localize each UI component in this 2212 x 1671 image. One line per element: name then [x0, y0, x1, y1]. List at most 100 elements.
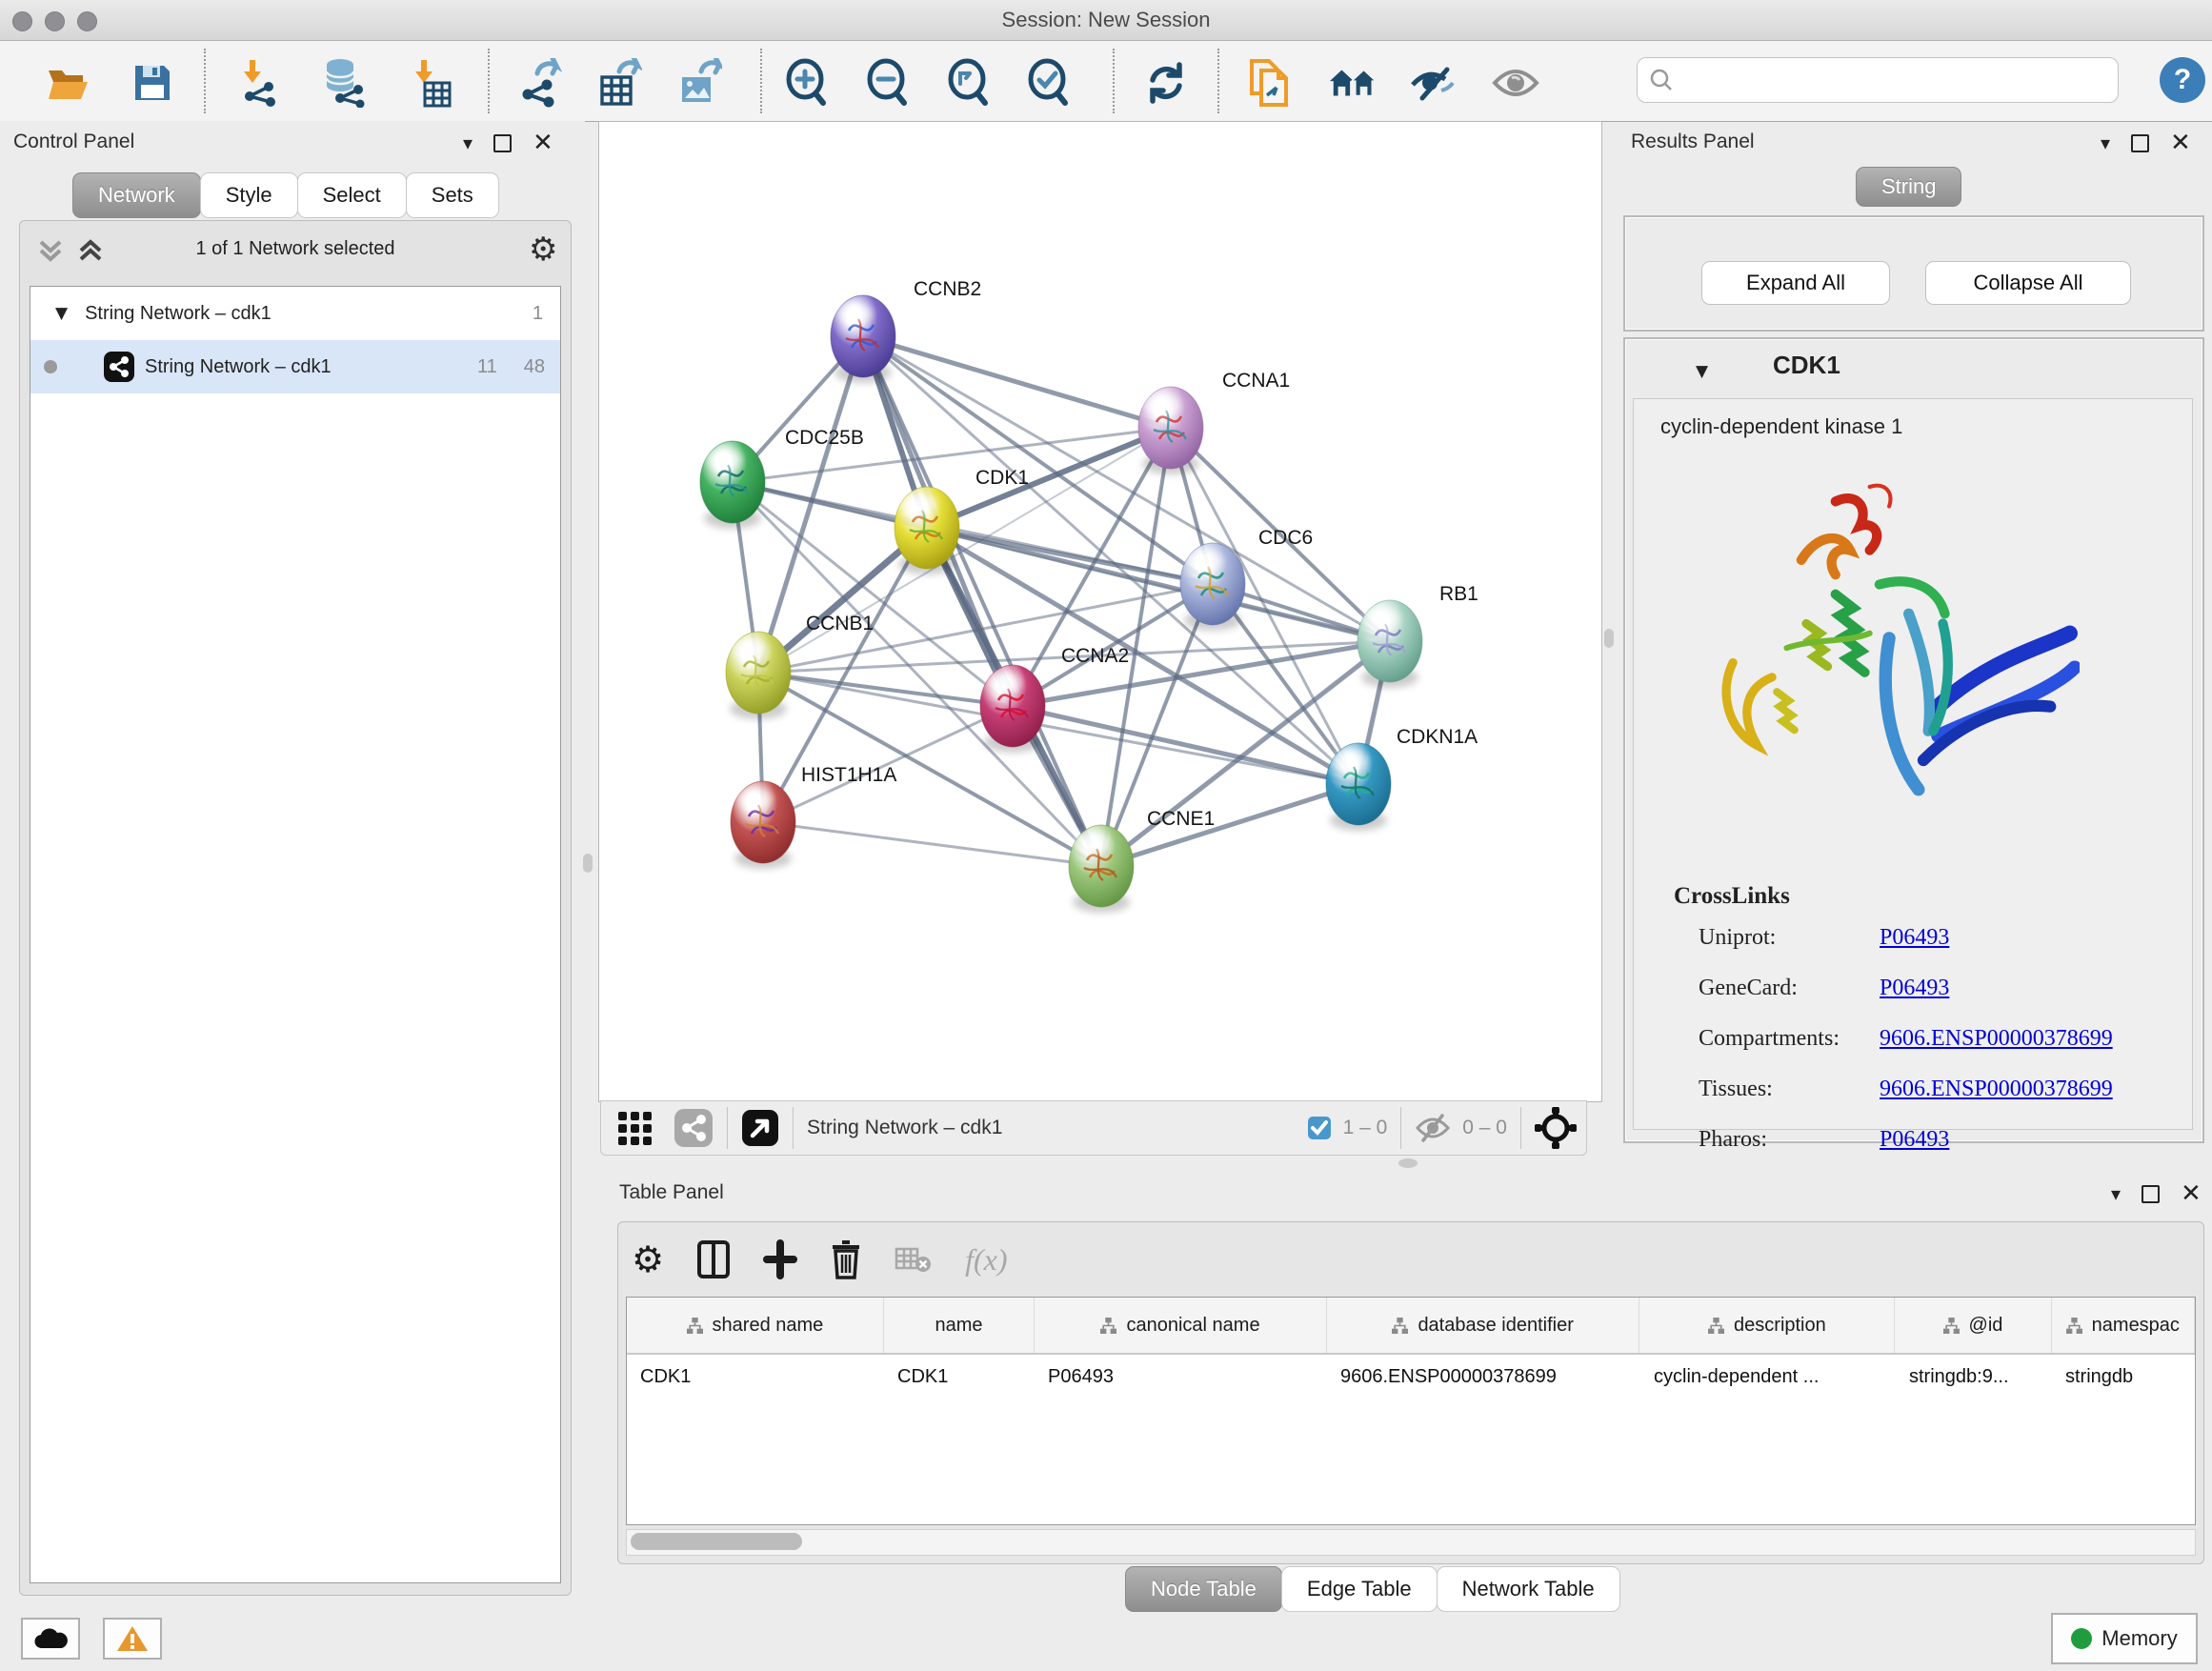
documents-button[interactable]: [1244, 58, 1294, 108]
tab-string[interactable]: String: [1856, 167, 1961, 207]
zoom-out-button[interactable]: [862, 58, 912, 108]
crosslink-link[interactable]: P06493: [1880, 1127, 1949, 1153]
expand-all-button[interactable]: Expand All: [1701, 261, 1890, 305]
column-header-canonical-name[interactable]: canonical name: [1035, 1298, 1327, 1353]
horizontal-scrollbar[interactable]: [626, 1529, 2196, 1556]
scrollbar-thumb[interactable]: [631, 1533, 802, 1550]
create-column-icon[interactable]: [696, 1239, 731, 1279]
network-row-selected[interactable]: String Network – cdk1 11 48: [30, 340, 560, 393]
network-view-mode-icon[interactable]: [674, 1108, 714, 1148]
selected-checkbox-icon[interactable]: [1307, 1116, 1332, 1140]
table-cell[interactable]: P06493: [1035, 1366, 1327, 1388]
bottom-splitter-handle[interactable]: [1398, 1158, 1418, 1168]
export-image-button[interactable]: [674, 58, 724, 108]
tab-sets[interactable]: Sets: [406, 172, 499, 218]
cloud-sync-button[interactable]: [21, 1618, 80, 1660]
panel-float-icon[interactable]: [2131, 134, 2149, 152]
memory-button[interactable]: Memory: [2051, 1613, 2198, 1664]
network-node-CCNA1[interactable]: CCNA1: [1138, 370, 1290, 474]
network-node-HIST1H1A[interactable]: HIST1H1A: [731, 764, 896, 869]
right-splitter-handle[interactable]: [1604, 629, 1614, 648]
table-cell[interactable]: CDK1: [627, 1366, 884, 1388]
panel-close-icon[interactable]: ✕: [533, 133, 553, 152]
column-header-description[interactable]: description: [1639, 1298, 1895, 1353]
import-network-from-file-button[interactable]: [234, 58, 284, 108]
delete-trash-icon[interactable]: [830, 1239, 862, 1279]
network-edge[interactable]: [863, 336, 1171, 428]
node-label: CCNE1: [1147, 808, 1215, 830]
table-row[interactable]: CDK1CDK1P064939606.ENSP00000378699cyclin…: [627, 1355, 2195, 1399]
panel-collapse-icon[interactable]: ▾: [2111, 1184, 2121, 1203]
tab-node-table[interactable]: Node Table: [1125, 1566, 1282, 1612]
panel-float-icon[interactable]: [493, 134, 512, 152]
panel-collapse-icon[interactable]: ▾: [2101, 133, 2110, 152]
table-cell[interactable]: stringdb:9...: [1896, 1366, 2052, 1388]
show-eye-button[interactable]: [1491, 58, 1540, 108]
import-table-button[interactable]: [406, 58, 455, 108]
crosslink-link[interactable]: 9606.ENSP00000378699: [1880, 1077, 2113, 1102]
collapse-all-button[interactable]: Collapse All: [1925, 261, 2131, 305]
column-header-name[interactable]: name: [884, 1298, 1035, 1353]
export-network-button[interactable]: [514, 58, 564, 108]
network-collection-row[interactable]: ▼ String Network – cdk1 1: [30, 287, 560, 340]
zoom-selected-button[interactable]: [1023, 58, 1073, 108]
network-edge[interactable]: [1013, 706, 1358, 784]
hide-eye-button[interactable]: [1409, 58, 1458, 108]
network-canvas[interactable]: CCNB2CCNA1CDC25BCDK1CDC6RB1CCNB1CCNA2CDK…: [598, 121, 1602, 1102]
tab-style[interactable]: Style: [200, 172, 298, 218]
hidden-eye-slash-icon[interactable]: [1415, 1114, 1451, 1142]
crosslink-link[interactable]: P06493: [1880, 976, 1949, 1001]
network-node-CDC25B[interactable]: CDC25B: [700, 427, 864, 529]
column-header-label: description: [1734, 1315, 1826, 1337]
tab-network-table[interactable]: Network Table: [1437, 1566, 1620, 1612]
refresh-button[interactable]: [1141, 58, 1191, 108]
network-node-CDKN1A[interactable]: CDKN1A: [1326, 726, 1478, 831]
network-edge[interactable]: [863, 336, 1390, 641]
open-file-button[interactable]: [44, 58, 93, 108]
birdseye-view-icon[interactable]: [741, 1109, 779, 1147]
network-edge[interactable]: [763, 822, 1101, 866]
tab-network[interactable]: Network: [72, 172, 201, 218]
table-cell[interactable]: stringdb: [2052, 1366, 2195, 1388]
function-builder-icon[interactable]: f(x): [965, 1242, 1007, 1278]
network-node-CCNE1[interactable]: CCNE1: [1069, 808, 1215, 913]
table-cell[interactable]: 9606.ENSP00000378699: [1327, 1366, 1640, 1388]
panel-float-icon[interactable]: [2142, 1185, 2160, 1203]
tab-select[interactable]: Select: [297, 172, 407, 218]
crosslink-link[interactable]: P06493: [1880, 925, 1949, 951]
table-cell[interactable]: CDK1: [884, 1366, 1035, 1388]
panel-close-icon[interactable]: ✕: [2170, 133, 2191, 152]
column-header-namespac[interactable]: namespac: [2052, 1298, 2195, 1353]
panel-collapse-icon[interactable]: ▾: [463, 133, 473, 152]
pan-crosshair-icon[interactable]: [1535, 1107, 1577, 1149]
add-row-icon[interactable]: [763, 1239, 797, 1279]
zoom-fit-button[interactable]: [943, 58, 993, 108]
zoom-in-button[interactable]: [781, 58, 831, 108]
houses-button[interactable]: [1328, 58, 1377, 108]
network-options-gear-icon[interactable]: ⚙: [529, 231, 557, 269]
network-edge[interactable]: [1101, 784, 1358, 866]
table-cell[interactable]: cyclin-dependent ...: [1640, 1366, 1896, 1388]
column-header-database-identifier[interactable]: database identifier: [1327, 1298, 1640, 1353]
network-edge[interactable]: [863, 336, 1101, 866]
save-session-button[interactable]: [128, 58, 177, 108]
search-field[interactable]: [1637, 57, 2119, 103]
warnings-button[interactable]: [103, 1618, 162, 1660]
left-splitter-handle[interactable]: [583, 854, 593, 873]
delete-table-icon[interactable]: [895, 1243, 933, 1276]
column-header-shared-name[interactable]: shared name: [627, 1298, 884, 1353]
help-button[interactable]: ?: [2160, 57, 2205, 103]
tree-expander-icon[interactable]: ▼: [55, 304, 68, 323]
import-network-from-database-button[interactable]: [318, 58, 368, 108]
panel-close-icon[interactable]: ✕: [2181, 1184, 2202, 1203]
export-table-button[interactable]: [594, 58, 644, 108]
crosslink-link[interactable]: 9606.ENSP00000378699: [1880, 1026, 2113, 1052]
search-input[interactable]: [1681, 69, 2104, 92]
column-header-@id[interactable]: @id: [1895, 1298, 2051, 1353]
table-options-gear-icon[interactable]: ⚙: [632, 1238, 664, 1280]
network-node-RB1[interactable]: RB1: [1357, 583, 1478, 688]
tab-edge-table[interactable]: Edge Table: [1281, 1566, 1438, 1612]
grid-view-icon[interactable]: [616, 1108, 656, 1148]
network-edge[interactable]: [758, 673, 1013, 706]
card-expander-icon[interactable]: ▼: [1696, 362, 1708, 381]
